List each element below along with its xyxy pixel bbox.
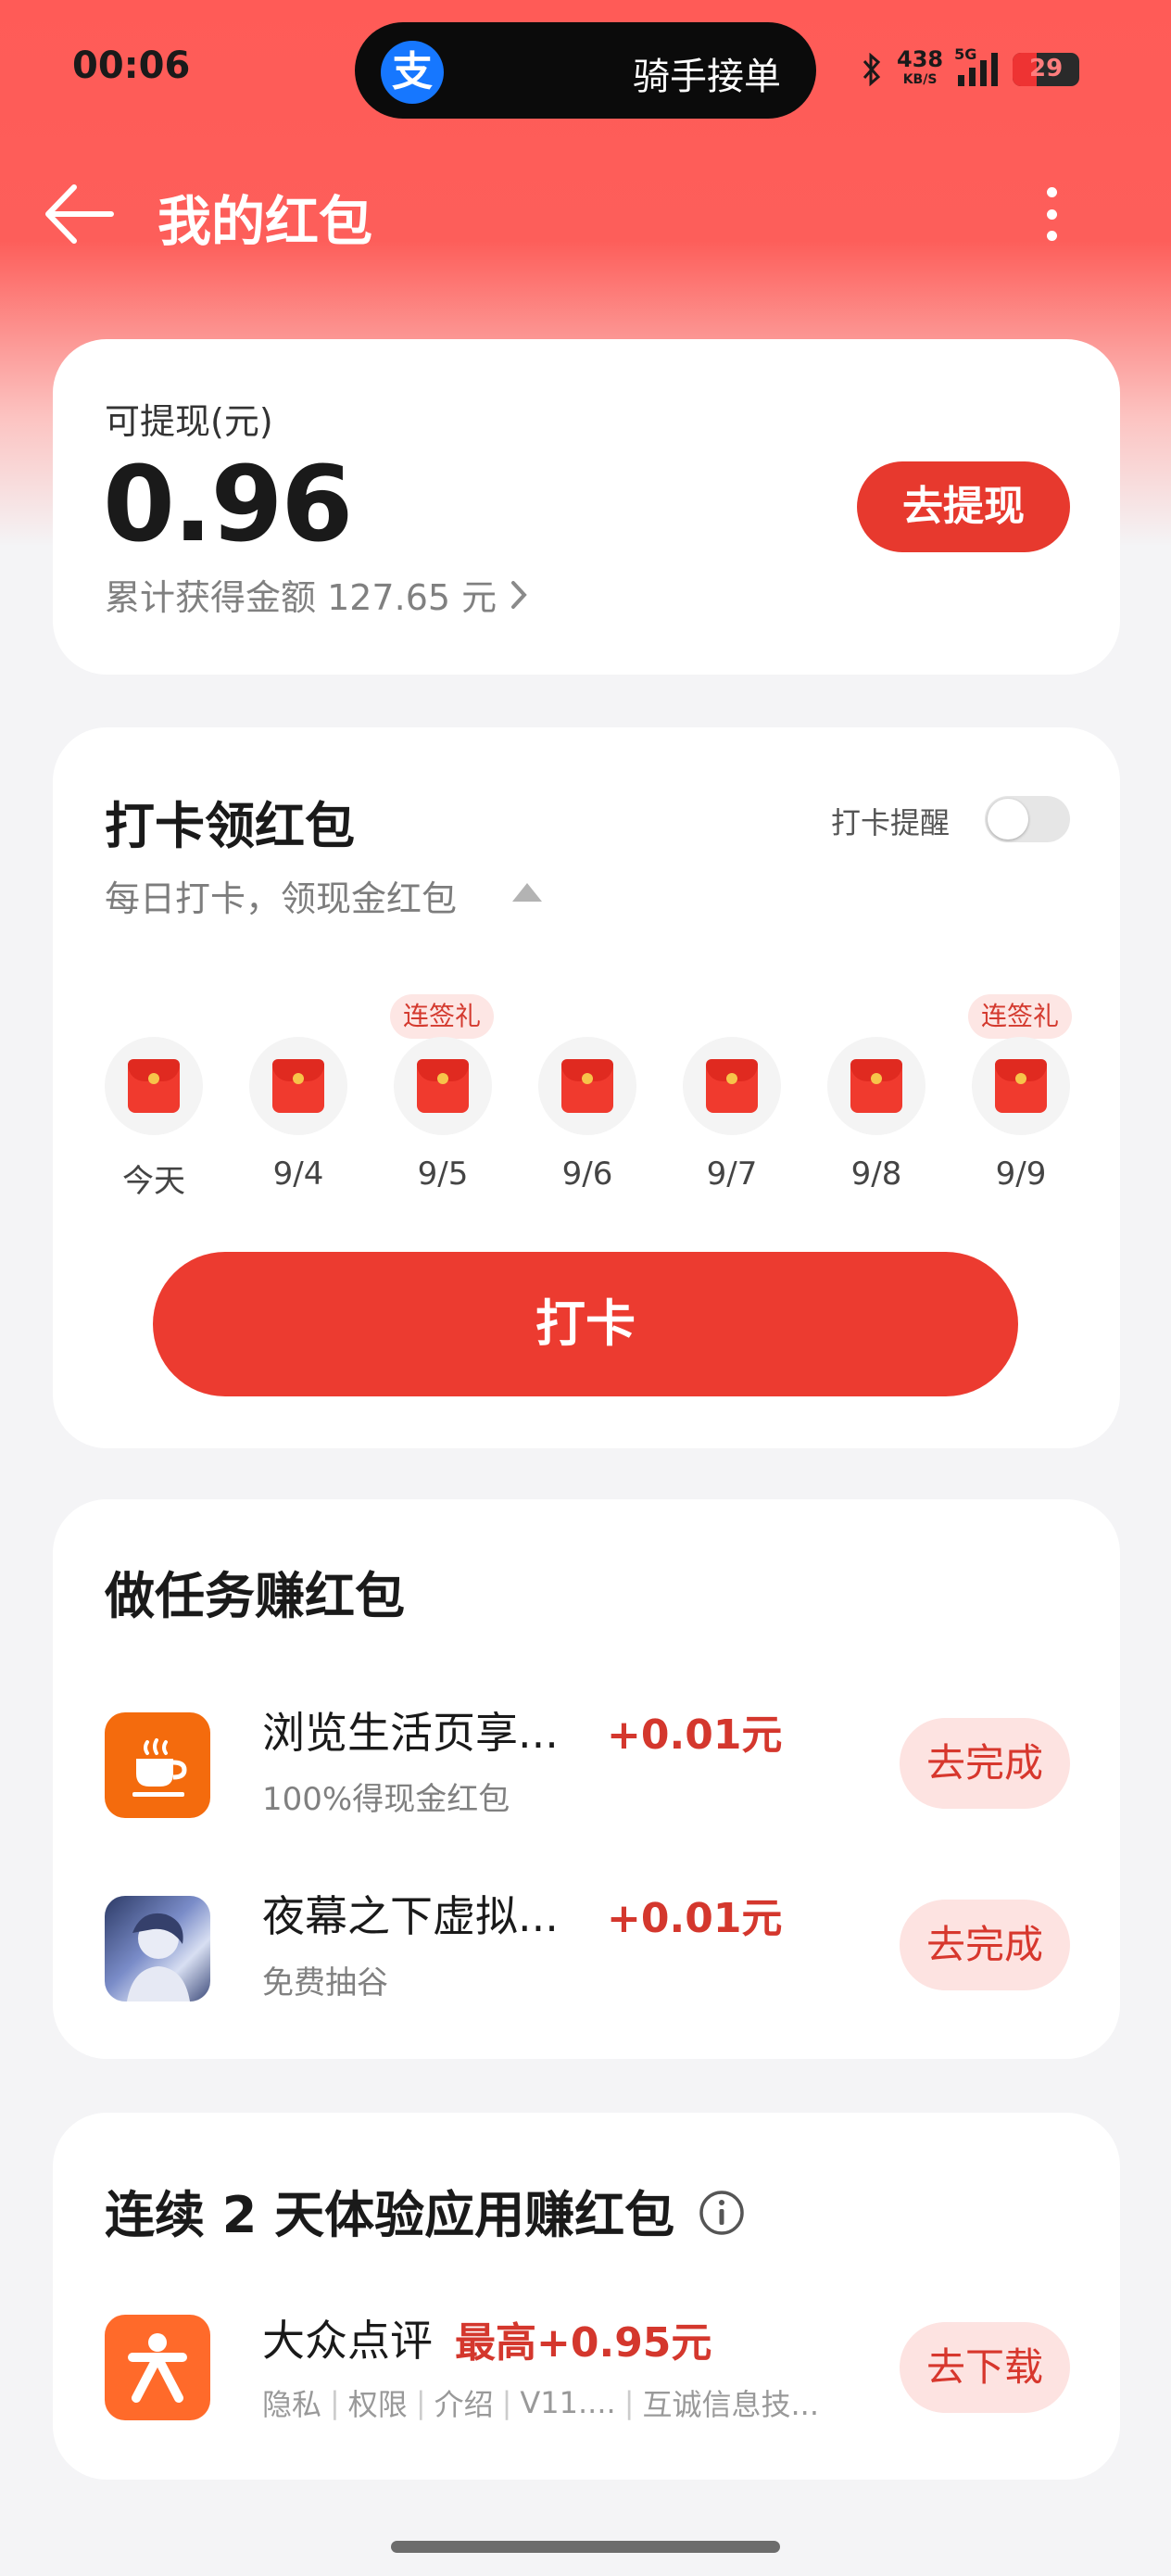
checkin-day: 9/7 <box>683 1037 781 1193</box>
balance-card: 可提现(元) 0.96 累计获得金额 127.65 元 去提现 <box>53 339 1120 675</box>
status-time: 00:06 <box>72 44 191 87</box>
network-speed: 438 KB/S <box>897 46 944 90</box>
status-icons: 438 KB/S 5G 29 <box>862 45 1080 93</box>
day-label: 9/9 <box>995 1155 1047 1193</box>
red-envelope-icon <box>272 1059 324 1113</box>
task-reward: +0.01元 <box>607 1895 783 1942</box>
back-arrow-icon[interactable] <box>41 182 115 246</box>
checkin-day: 9/6 <box>538 1037 636 1193</box>
anime-character-icon <box>105 1896 210 2001</box>
day-label: 今天 <box>122 1163 185 1200</box>
cumulative-link[interactable]: 累计获得金额 127.65 元 <box>105 569 528 620</box>
dianping-logo-icon <box>105 2315 210 2420</box>
checkin-day: 9/9 <box>972 1037 1070 1193</box>
speed-unit: KB/S <box>902 72 938 87</box>
app-version: V11.... <box>520 2385 616 2420</box>
checkin-day: 今天 <box>105 1037 203 1201</box>
status-bar: 00:06 支 骑手接单 438 KB/S 5G 29 <box>0 0 1171 139</box>
app-developer: 互诚信息技... <box>642 2387 819 2422</box>
download-button[interactable]: 去下载 <box>900 2322 1070 2413</box>
apps-title: 连续 2 天体验应用赚红包 <box>105 2186 675 2244</box>
intro-link[interactable]: 介绍 <box>434 2381 494 2424</box>
day-label: 9/4 <box>272 1155 324 1193</box>
app-reward: 最高+0.95元 <box>455 2319 712 2367</box>
checkin-button[interactable]: 打卡 <box>153 1252 1018 1396</box>
island-text: 骑手接单 <box>633 56 781 98</box>
complete-task-button[interactable]: 去完成 <box>900 1900 1070 1990</box>
withdraw-button[interactable]: 去提现 <box>857 461 1070 552</box>
app-name: 大众点评 <box>262 2316 433 2366</box>
red-envelope-icon <box>561 1059 613 1113</box>
day-label: 9/8 <box>850 1155 902 1193</box>
battery-level: 29 <box>1029 55 1064 82</box>
speed-value: 438 <box>897 46 944 72</box>
red-envelope-icon <box>128 1059 180 1113</box>
checkin-day: 9/4 <box>249 1037 347 1193</box>
chevron-right-icon <box>511 580 527 609</box>
checkin-card: 打卡领红包 打卡提醒 每日打卡，领现金红包 连签礼 连签礼 今天 9/4 9/5… <box>53 727 1120 1448</box>
streak-badge: 连签礼 <box>968 994 1073 1039</box>
red-envelope-icon <box>706 1059 758 1113</box>
streak-badge: 连签礼 <box>390 994 495 1039</box>
task-description: 100%得现金红包 <box>262 1781 510 1818</box>
checkin-day: 9/5 <box>394 1037 492 1193</box>
task-reward: +0.01元 <box>607 1711 783 1759</box>
cumulative-amount: 累计获得金额 127.65 元 <box>105 577 497 618</box>
app-meta-links: 隐私 | 权限 | 介绍 | V11.... | 互诚信息技... <box>262 2381 819 2424</box>
checkin-subtitle: 每日打卡，领现金红包 <box>105 878 458 919</box>
checkin-day: 9/8 <box>827 1037 925 1193</box>
info-icon[interactable] <box>698 2189 746 2237</box>
bluetooth-icon <box>863 53 881 86</box>
network-type: 5G <box>954 45 977 63</box>
collapse-arrow-icon[interactable] <box>512 883 542 902</box>
red-envelope-icon <box>417 1059 469 1113</box>
day-label: 9/5 <box>417 1155 469 1193</box>
home-indicator[interactable] <box>391 2541 780 2553</box>
red-envelope-icon <box>995 1059 1047 1113</box>
balance-amount: 0.96 <box>103 445 353 565</box>
coffee-cup-icon <box>105 1712 210 1818</box>
task-name: 夜幕之下虚拟... <box>262 1891 559 1941</box>
day-label: 9/7 <box>706 1155 758 1193</box>
privacy-link[interactable]: 隐私 <box>262 2381 321 2424</box>
dynamic-island[interactable]: 支 骑手接单 <box>355 22 816 119</box>
checkin-reminder-toggle[interactable] <box>985 796 1070 842</box>
checkin-reminder-label: 打卡提醒 <box>831 805 951 840</box>
task-description: 免费抽谷 <box>262 1964 388 2001</box>
alipay-logo-icon: 支 <box>381 41 444 104</box>
day-label: 9/6 <box>561 1155 613 1193</box>
tasks-card: 做任务赚红包 浏览生活页享... +0.01元 100%得现金红包 去完成 夜幕… <box>53 1499 1120 2059</box>
checkin-title: 打卡领红包 <box>105 797 355 855</box>
permissions-link[interactable]: 权限 <box>348 2381 408 2424</box>
complete-task-button[interactable]: 去完成 <box>900 1718 1070 1809</box>
task-name: 浏览生活页享... <box>262 1708 559 1758</box>
signal-icon: 5G <box>954 45 999 86</box>
tasks-title: 做任务赚红包 <box>105 1567 405 1625</box>
balance-label: 可提现(元) <box>105 401 273 442</box>
apps-card: 连续 2 天体验应用赚红包 大众点评 最高+0.95元 隐私 | 权限 | 介绍… <box>53 2113 1120 2480</box>
red-envelope-icon <box>850 1059 902 1113</box>
page-title: 我的红包 <box>157 190 373 253</box>
more-menu-icon[interactable] <box>1028 182 1075 246</box>
battery-icon: 29 <box>1013 53 1080 86</box>
